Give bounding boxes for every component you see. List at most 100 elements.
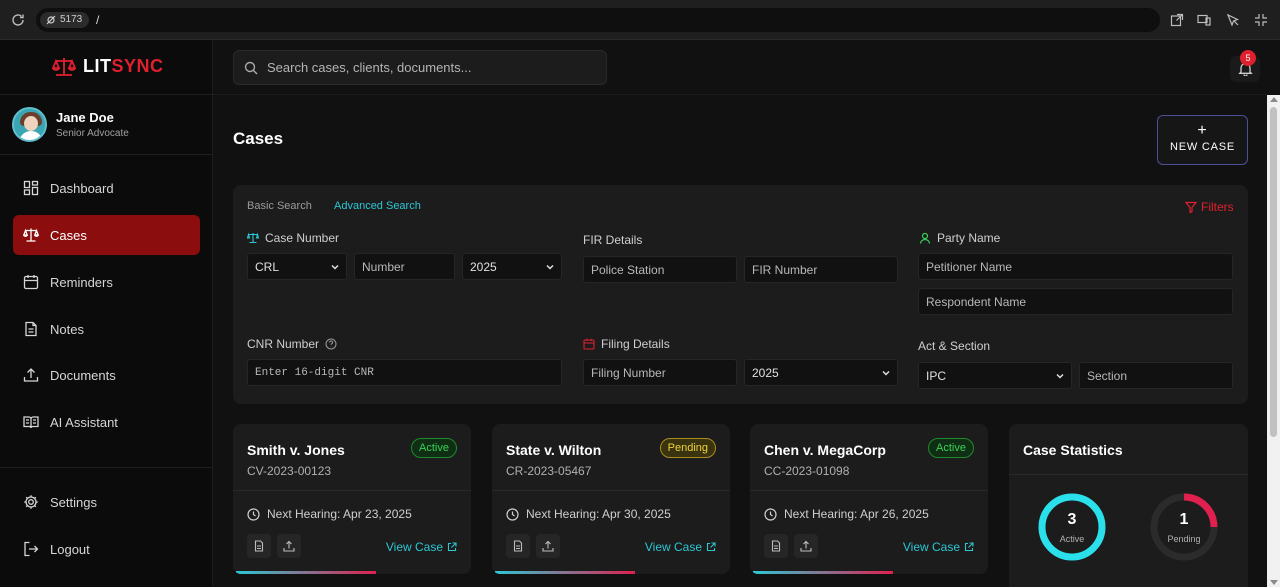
scrollbar-thumb[interactable]: [1270, 107, 1277, 437]
filing-number-input[interactable]: Filing Number: [583, 359, 737, 386]
case-type-select[interactable]: CRL: [247, 253, 347, 280]
upload-icon: [283, 540, 295, 552]
nav-item-dashboard[interactable]: Dashboard: [13, 168, 200, 208]
tab-advanced-search[interactable]: Advanced Search: [334, 200, 421, 212]
page-scrollbar[interactable]: [1267, 95, 1280, 587]
case-title: State v. Wilton: [506, 442, 602, 458]
nav-item-settings[interactable]: Settings: [13, 482, 200, 522]
document-button[interactable]: [247, 534, 271, 558]
upload-button[interactable]: [794, 534, 818, 558]
cnr-number-input[interactable]: Enter 16-digit CNR: [247, 359, 562, 386]
petitioner-name-input[interactable]: Petitioner Name: [918, 253, 1233, 280]
app-logo[interactable]: LITSYNC: [52, 56, 164, 77]
search-icon: [244, 61, 258, 74]
upload-button[interactable]: [277, 534, 301, 558]
scroll-down-arrow[interactable]: [1270, 580, 1278, 585]
fir-number-input[interactable]: FIR Number: [744, 256, 898, 283]
notification-count-badge: 5: [1240, 50, 1256, 66]
external-link-icon: [964, 542, 974, 552]
filing-year-select[interactable]: 2025: [744, 359, 898, 386]
scales-icon: [52, 57, 76, 76]
nav-label: Cases: [50, 227, 87, 243]
document-button[interactable]: [506, 534, 530, 558]
reload-icon[interactable]: [10, 12, 26, 28]
search-box[interactable]: [233, 50, 607, 85]
filing-year-value: 2025: [752, 365, 779, 380]
main-content: 5 Cases + NEW CASE Basic Search Advanced…: [213, 40, 1267, 587]
act-section-label: Act & Section: [918, 339, 991, 353]
status-badge: Active: [411, 438, 457, 458]
document-icon: [771, 540, 781, 552]
case-title: Chen v. MegaCorp: [764, 442, 886, 458]
calendar-icon: [583, 338, 595, 350]
view-case-label: View Case: [385, 540, 443, 554]
view-case-link[interactable]: View Case: [903, 540, 974, 554]
collapse-icon[interactable]: [1254, 13, 1268, 27]
help-icon[interactable]: [325, 338, 337, 350]
new-case-button[interactable]: + NEW CASE: [1157, 115, 1248, 165]
port-chip[interactable]: 5173: [40, 12, 90, 28]
nav-item-reminders[interactable]: Reminders: [13, 262, 200, 302]
case-card[interactable]: State v. Wilton CR-2023-05467 Pending Ne…: [492, 424, 730, 574]
nav-item-ai-assistant[interactable]: AI Assistant: [13, 402, 200, 442]
fir-details-label: FIR Details: [583, 233, 643, 247]
new-case-label: NEW CASE: [1169, 141, 1236, 153]
next-hearing: Next Hearing: Apr 30, 2025: [506, 507, 671, 521]
case-year-select[interactable]: 2025: [462, 253, 562, 280]
act-select[interactable]: IPC: [918, 362, 1072, 389]
address-bar[interactable]: [36, 8, 1160, 32]
inspect-icon[interactable]: [1226, 13, 1240, 27]
stats-title: Case Statistics: [1023, 442, 1123, 458]
nav-label: AI Assistant: [50, 414, 118, 430]
view-case-link[interactable]: View Case: [386, 540, 457, 554]
upload-button[interactable]: [536, 534, 560, 558]
active-count: 3: [1067, 511, 1077, 528]
open-external-icon[interactable]: [1170, 13, 1184, 27]
user-role: Senior Advocate: [56, 128, 129, 139]
book-icon: [23, 416, 39, 429]
view-case-label: View Case: [902, 540, 960, 554]
respondent-name-input[interactable]: Respondent Name: [918, 288, 1233, 315]
status-badge: Pending: [659, 438, 716, 458]
case-number-input[interactable]: Number: [354, 253, 455, 280]
police-station-input[interactable]: Police Station: [583, 256, 737, 283]
case-progress-bar: [495, 571, 635, 574]
tab-basic-search[interactable]: Basic Search: [247, 200, 312, 212]
case-year-value: 2025: [470, 259, 497, 274]
clock-icon: [247, 507, 260, 521]
case-card[interactable]: Smith v. Jones CV-2023-00123 Active Next…: [233, 424, 471, 574]
browser-toolbar: 5173 /: [0, 0, 1280, 40]
chevron-down-icon: [882, 370, 890, 376]
filters-label: Filters: [1201, 200, 1234, 214]
divider: [1009, 474, 1248, 475]
view-case-link[interactable]: View Case: [645, 540, 716, 554]
user-profile[interactable]: Jane Doe Senior Advocate: [12, 107, 129, 142]
clock-icon: [506, 507, 519, 521]
case-number-label-text: Case Number: [265, 231, 340, 245]
upload-icon: [800, 540, 812, 552]
document-icon: [254, 540, 264, 552]
clock-icon: [764, 507, 777, 521]
view-case-label: View Case: [644, 540, 702, 554]
nav-label: Notes: [50, 321, 84, 337]
document-button[interactable]: [764, 534, 788, 558]
sidebar: LITSYNC Jane Doe Senior Advocate Dashboa…: [0, 40, 213, 587]
nav-item-cases[interactable]: Cases: [13, 215, 200, 255]
search-input[interactable]: [267, 60, 587, 75]
scroll-up-arrow[interactable]: [1270, 97, 1278, 102]
url-path: /: [96, 13, 100, 27]
case-card[interactable]: Chen v. MegaCorp CC-2023-01098 Active Ne…: [750, 424, 988, 574]
devices-icon[interactable]: [1197, 13, 1211, 27]
top-bar: 5: [213, 40, 1267, 95]
section-input[interactable]: Section: [1079, 362, 1233, 389]
cnr-number-label-text: CNR Number: [247, 337, 320, 351]
nav-item-documents[interactable]: Documents: [13, 355, 200, 395]
filters-button[interactable]: Filters: [1185, 200, 1234, 214]
nav-label: Dashboard: [50, 180, 114, 196]
nav-label: Settings: [50, 494, 97, 510]
nav-item-notes[interactable]: Notes: [13, 309, 200, 349]
external-link-icon: [706, 542, 716, 552]
user-icon: [919, 232, 931, 244]
nav-item-logout[interactable]: Logout: [13, 529, 200, 569]
divider: [492, 490, 730, 491]
